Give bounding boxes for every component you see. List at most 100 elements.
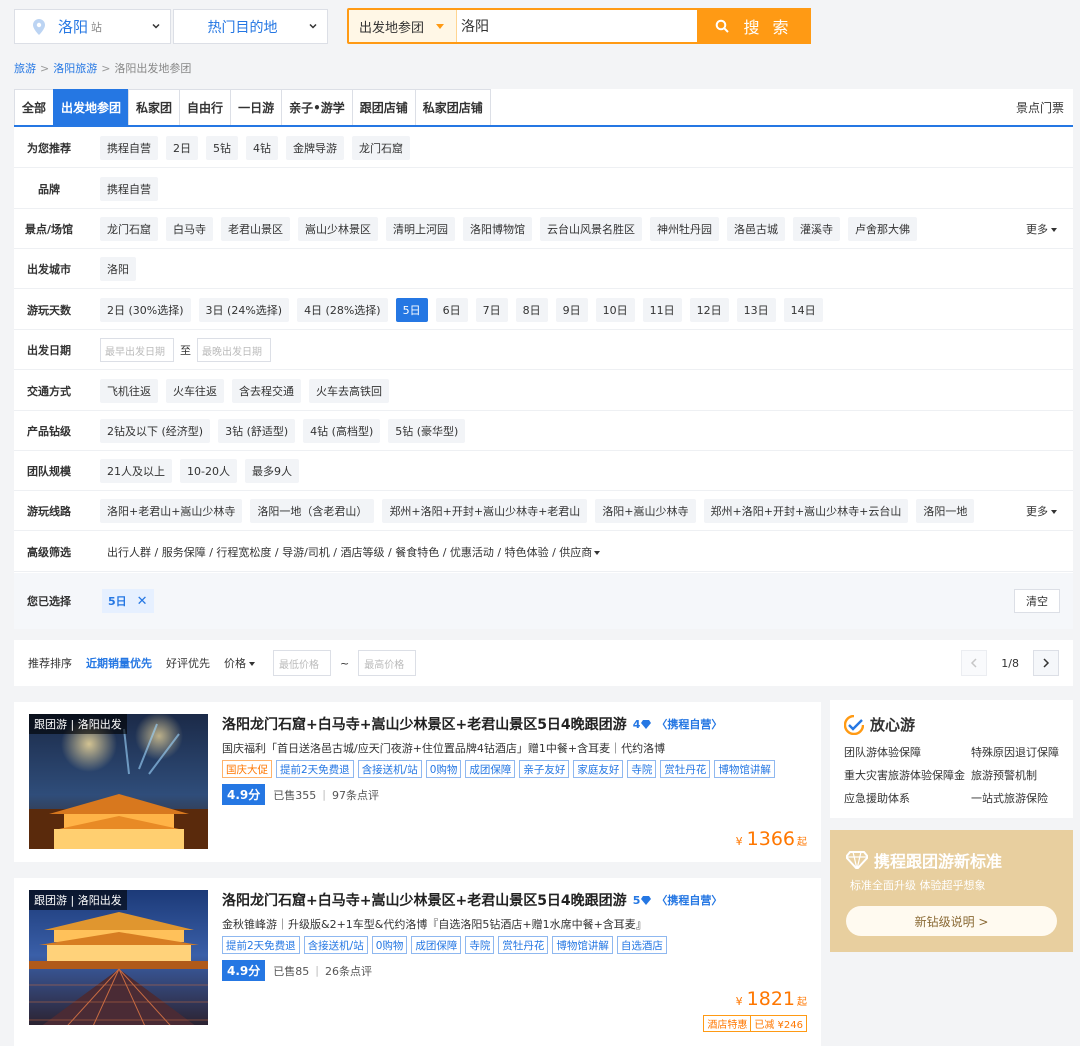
product-image[interactable]: 跟团游 | 洛阳出发 (29, 890, 208, 1025)
filter-option[interactable]: 含去程交通 (232, 379, 301, 403)
filter-option[interactable]: 11日 (642, 298, 682, 322)
search-type-dropdown[interactable]: 出发地参团 (349, 10, 457, 42)
filter-option[interactable]: 9日 (555, 298, 588, 322)
clear-button[interactable]: 清空 (1014, 589, 1060, 613)
filter-option[interactable]: 2日 (166, 136, 198, 160)
more-button[interactable]: 更多 (1026, 503, 1057, 519)
filter-option[interactable]: 卢舍那大佛 (848, 217, 917, 241)
promo-banner[interactable]: 携程跟团游新标准 标准全面升级 体验超乎想象 新钻级说明 > (830, 830, 1073, 952)
filter-option[interactable]: 4钻 (高档型) (303, 419, 381, 443)
sort-rating[interactable]: 好评优先 (166, 655, 210, 671)
search-button[interactable]: 搜 索 (697, 8, 811, 44)
filter-option[interactable]: 6日 (435, 298, 468, 322)
guarantee-item[interactable]: 一站式旅游保险 (971, 790, 1048, 806)
guarantee-item[interactable]: 旅游预警机制 (971, 767, 1037, 783)
tab-family-study[interactable]: 亲子•游学 (281, 89, 352, 125)
filter-option[interactable]: 10-20人 (180, 459, 237, 483)
advanced-filter-dropdown[interactable]: 出行人群 / 服务保障 / 行程宽松度 / 导游/司机 / 酒店等级 / 餐食特… (107, 544, 601, 560)
filter-row-brand: 品牌 携程自营 (14, 169, 1073, 209)
min-price-input[interactable]: 最低价格 (273, 650, 331, 676)
filter-option-selected[interactable]: 5日 (395, 298, 428, 322)
filter-option[interactable]: 清明上河园 (386, 217, 455, 241)
tab-day-tour[interactable]: 一日游 (230, 89, 282, 125)
filter-option[interactable]: 洛阳博物馆 (463, 217, 532, 241)
max-price-input[interactable]: 最高价格 (358, 650, 417, 676)
product-card[interactable]: 跟团游 | 洛阳出发 洛阳龙门石窟+白马寺+嵩山少林景区+老君山景区5日4晚跟团… (14, 878, 821, 1046)
filter-option[interactable]: 嵩山少林景区 (298, 217, 378, 241)
filter-option[interactable]: 洛阳 (100, 257, 136, 281)
tab-tickets[interactable]: 景点门票 (1016, 99, 1064, 116)
filter-option[interactable]: 洛阳+老君山+嵩山少林寺 (100, 499, 243, 523)
filter-option[interactable]: 14日 (783, 298, 823, 322)
review-count: 26条点评 (324, 964, 372, 978)
filter-option[interactable]: 云台山风景名胜区 (540, 217, 642, 241)
chevron-right-icon (1043, 658, 1050, 668)
filter-option[interactable]: 洛阳+嵩山少林寺 (595, 499, 696, 523)
city-selector[interactable]: 洛阳 站 (14, 9, 171, 44)
product-card[interactable]: 跟团游 | 洛阳出发 洛阳龙门石窟+白马寺+嵩山少林景区+老君山景区5日4晚跟团… (14, 702, 821, 862)
end-date-input[interactable]: 最晚出发日期 (197, 338, 271, 362)
filter-option[interactable]: 13日 (736, 298, 776, 322)
filter-option[interactable]: 神州牡丹园 (650, 217, 719, 241)
filter-option[interactable]: 7日 (475, 298, 508, 322)
next-page-button[interactable] (1033, 650, 1059, 676)
more-button[interactable]: 更多 (1026, 221, 1057, 237)
filter-option[interactable]: 8日 (515, 298, 548, 322)
product-title[interactable]: 洛阳龙门石窟+白马寺+嵩山少林景区+老君山景区5日4晚跟团游 5 〈携程自营〉 (222, 890, 722, 910)
filter-option[interactable]: 洛邑古城 (727, 217, 785, 241)
filter-option[interactable]: 最多9人 (244, 459, 299, 483)
filter-option[interactable]: 龙门石窟 (100, 217, 158, 241)
filter-option[interactable]: 12日 (689, 298, 729, 322)
filter-option[interactable]: 3钻 (舒适型) (218, 419, 296, 443)
filter-option[interactable]: 白马寺 (166, 217, 213, 241)
sort-recent-sales[interactable]: 近期销量优先 (86, 655, 152, 671)
filter-option[interactable]: 龙门石窟 (352, 136, 410, 160)
filter-option[interactable]: 飞机往返 (100, 379, 158, 403)
selected-chip[interactable]: 5日 ✕ (102, 589, 154, 613)
tab-free-travel[interactable]: 自由行 (179, 89, 231, 125)
filter-option[interactable]: 4日 (28%选择) (297, 298, 388, 322)
tab-all[interactable]: 全部 (14, 89, 54, 125)
guarantee-item[interactable]: 特殊原因退订保障 (971, 744, 1059, 760)
filter-option[interactable]: 火车去高铁回 (309, 379, 389, 403)
filter-option[interactable]: 老君山景区 (221, 217, 290, 241)
sort-recommended[interactable]: 推荐排序 (28, 655, 72, 671)
breadcrumb-link-luoyang[interactable]: 洛阳旅游 (53, 62, 97, 75)
sort-price[interactable]: 价格 (224, 655, 255, 671)
filter-option[interactable]: 4钻 (246, 136, 278, 160)
filter-option[interactable]: 金牌导游 (286, 136, 344, 160)
filter-option[interactable]: 携程自营 (100, 136, 158, 160)
filter-option[interactable]: 2钻及以下 (经济型) (100, 419, 211, 443)
filter-option[interactable]: 洛阳一地 (916, 499, 975, 523)
tab-group-shops[interactable]: 跟团店铺 (351, 89, 415, 125)
filter-option[interactable]: 郑州+洛阳+开封+嵩山少林寺+老君山 (382, 499, 588, 523)
search-input[interactable] (459, 10, 695, 42)
filter-option[interactable]: 5钻 (206, 136, 238, 160)
tab-private-shops[interactable]: 私家团店铺 (414, 89, 491, 125)
guarantee-item[interactable]: 重大灾害旅游体验保障金 (844, 767, 965, 783)
prev-page-button[interactable] (961, 650, 988, 676)
filter-option[interactable]: 灌溪寺 (793, 217, 840, 241)
filter-option[interactable]: 10日 (595, 298, 635, 322)
filter-option[interactable]: 洛阳一地（含老君山） (250, 499, 375, 523)
breadcrumb-link-travel[interactable]: 旅游 (14, 62, 36, 75)
filter-option[interactable]: 2日 (30%选择) (100, 298, 191, 322)
filter-option[interactable]: 携程自营 (100, 177, 158, 201)
filter-option[interactable]: 郑州+洛阳+开封+嵩山少林寺+云台山 (703, 499, 909, 523)
filter-option[interactable]: 火车往返 (166, 379, 224, 403)
product-image[interactable]: 跟团游 | 洛阳出发 (29, 714, 208, 849)
filter-option[interactable]: 21人及以上 (100, 459, 172, 483)
product-price: ¥ 1821 起 (736, 988, 807, 1010)
close-icon[interactable]: ✕ (137, 594, 148, 609)
start-date-input[interactable]: 最早出发日期 (100, 338, 174, 362)
guarantee-item[interactable]: 应急援助体系 (844, 790, 910, 806)
product-title[interactable]: 洛阳龙门石窟+白马寺+嵩山少林景区+老君山景区5日4晚跟团游 4 〈携程自营〉 (222, 714, 722, 734)
currency-symbol: ¥ (735, 835, 743, 848)
guarantee-item[interactable]: 团队游体验保障 (844, 744, 921, 760)
tab-departure-group[interactable]: 出发地参团 (53, 89, 129, 125)
filter-option[interactable]: 3日 (24%选择) (198, 298, 290, 322)
tab-private-group[interactable]: 私家团 (128, 89, 180, 125)
destination-selector[interactable]: 热门目的地 (173, 9, 328, 44)
filter-option[interactable]: 5钻 (豪华型) (388, 419, 466, 443)
promo-button[interactable]: 新钻级说明 > (846, 906, 1057, 936)
